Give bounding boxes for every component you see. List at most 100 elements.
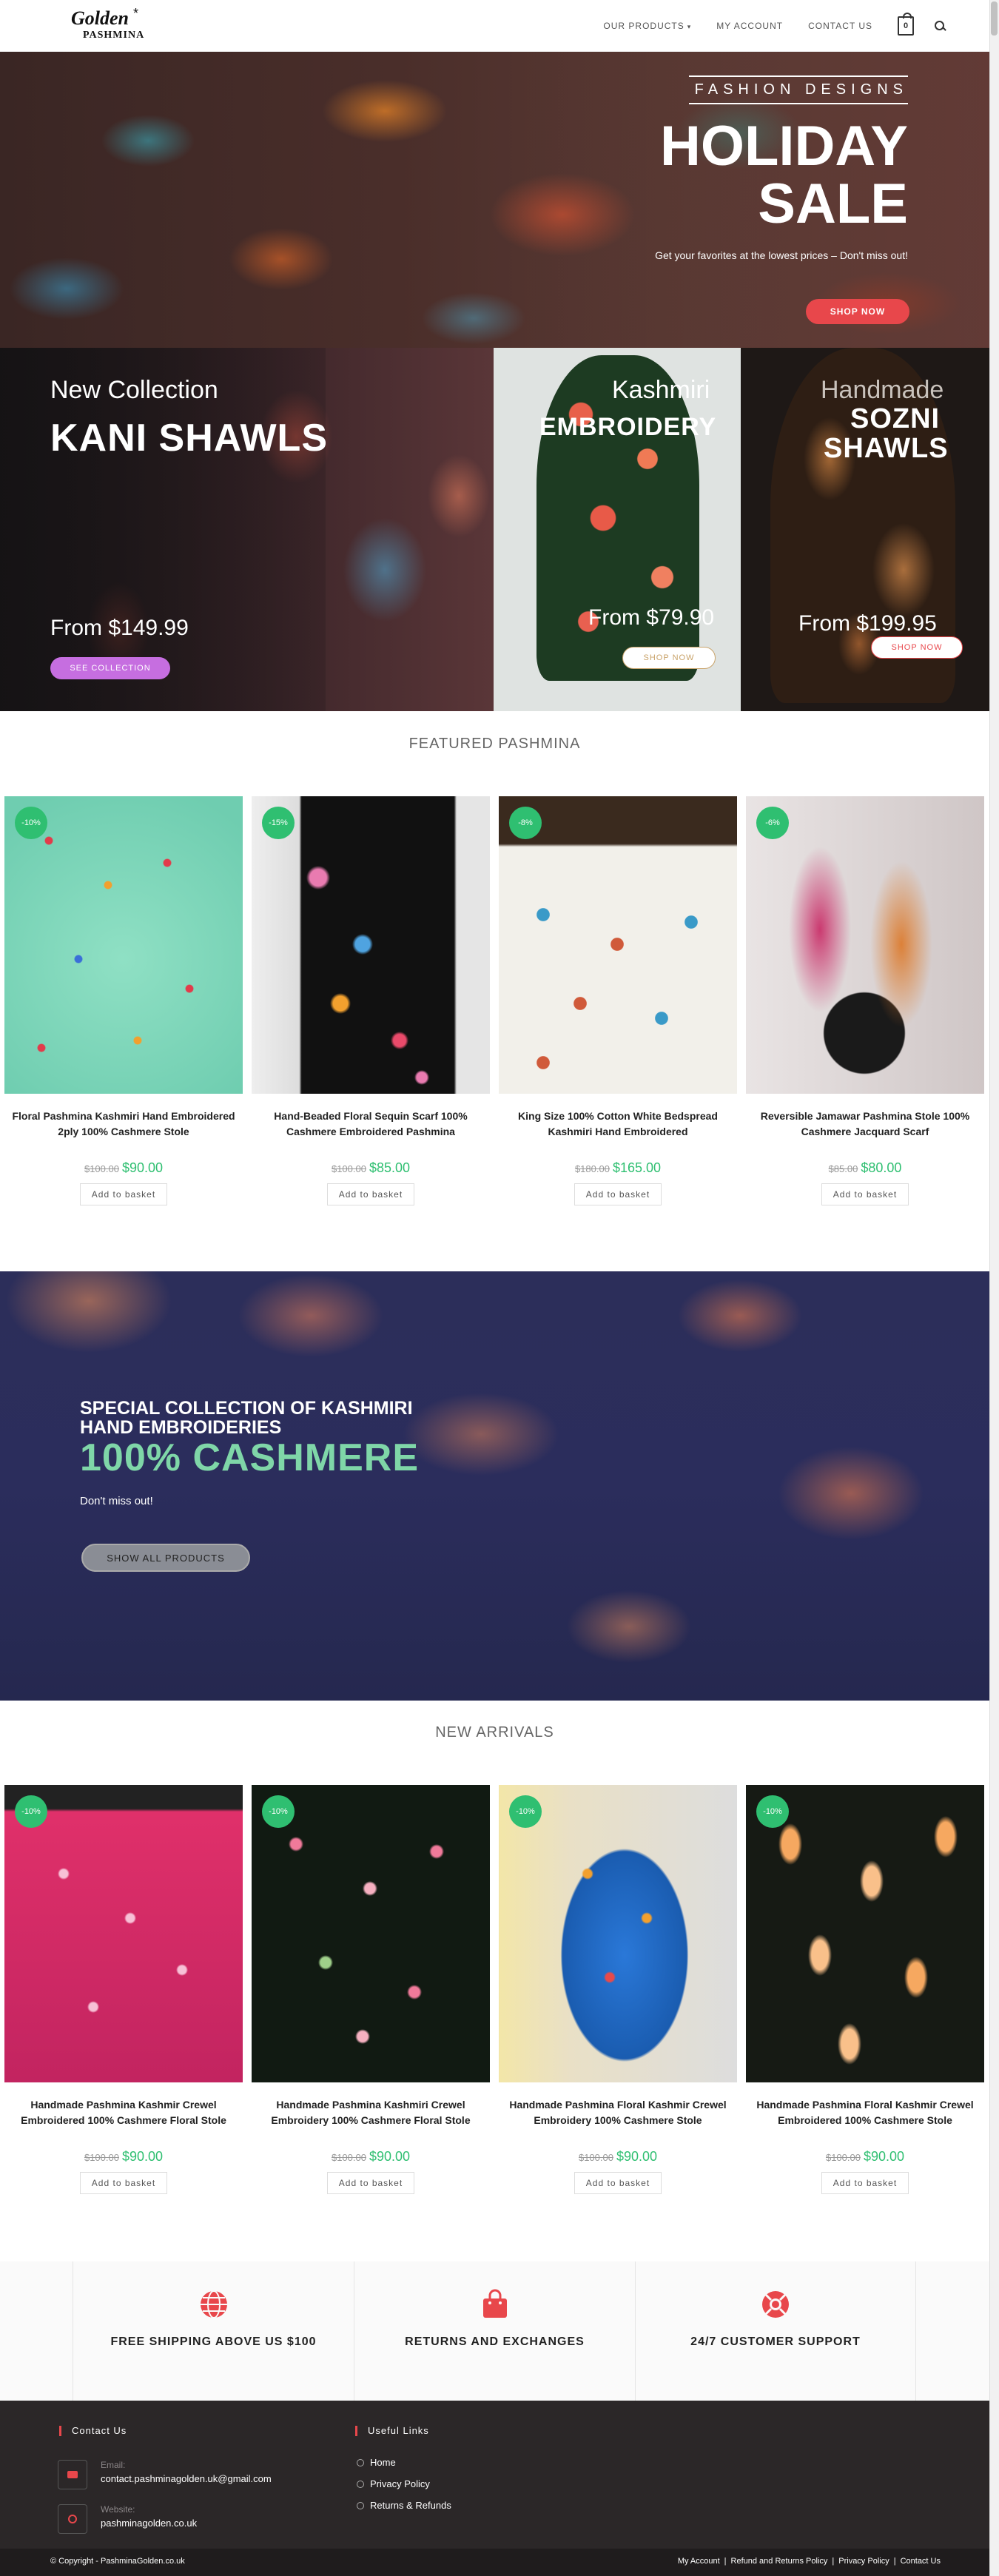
hero-subtitle: FASHION DESIGNS [688, 75, 908, 104]
promo-sozni-line2: SOZNI [850, 403, 941, 434]
nav-my-account[interactable]: MY ACCOUNT [716, 21, 783, 31]
product-card[interactable]: -10% Handmade Pashmina Kashmiri Crewel E… [252, 1785, 490, 2194]
product-card[interactable]: -6% Reversible Jamawar Pashmina Stole 10… [746, 796, 984, 1205]
discount-badge: -10% [509, 1795, 542, 1828]
product-name[interactable]: Handmade Pashmina Kashmiri Crewel Embroi… [252, 2097, 490, 2130]
product-image[interactable]: -6% [746, 796, 984, 1094]
sozni-shop-now-button[interactable]: SHOP NOW [871, 636, 963, 659]
add-to-basket-button[interactable]: Add to basket [574, 2172, 662, 2194]
scrollbar-thumb[interactable] [991, 1, 998, 36]
separator: | [893, 2557, 896, 2566]
logo-text-bottom: PASHMINA [83, 30, 145, 41]
promo-sozni-shawls[interactable]: Handmade SOZNI SHAWLS From $199.95 SHOP … [741, 348, 989, 711]
banner-highlight: 100% CASHMERE [80, 1436, 420, 1479]
see-collection-button[interactable]: SEE COLLECTION [50, 657, 170, 679]
website-link[interactable]: pashminagolden.co.uk [101, 2518, 197, 2529]
new-arrivals-grid: -10% Handmade Pashmina Kashmir Crewel Em… [0, 1785, 989, 2229]
cart-count: 0 [903, 21, 909, 30]
add-to-basket-button[interactable]: Add to basket [327, 1183, 414, 1205]
product-name[interactable]: King Size 100% Cotton White Bedspread Ka… [499, 1109, 737, 1141]
add-to-basket-button[interactable]: Add to basket [821, 1183, 909, 1205]
product-card[interactable]: -10% Handmade Pashmina Floral Kashmir Cr… [499, 1785, 737, 2194]
cart-button[interactable]: 0 [898, 13, 914, 36]
show-all-products-button[interactable]: SHOW ALL PRODUCTS [81, 1544, 250, 1572]
hero-text: FASHION DESIGNS HOLIDAY SALE Get your fa… [655, 75, 908, 261]
site-logo[interactable]: Golden * PASHMINA [71, 6, 152, 44]
site-footer: Contact Us Email: contact.pashminagolden… [0, 2401, 989, 2549]
link-icon [58, 2504, 87, 2534]
page-scrollbar[interactable] [989, 0, 999, 2576]
footer-links-title: Useful Links [355, 2426, 429, 2436]
hero-title-line1: HOLIDAY [659, 115, 908, 178]
featured-section-title: FEATURED PASHMINA [408, 736, 581, 752]
product-card[interactable]: -8% King Size 100% Cotton White Bedsprea… [499, 796, 737, 1205]
discount-badge: -6% [756, 807, 789, 839]
footer-link-privacy[interactable]: Privacy Policy [357, 2478, 430, 2489]
nav-our-products[interactable]: OUR PRODUCTS ▾ [603, 21, 691, 31]
promo-kani-line1: New Collection [50, 376, 218, 404]
product-card[interactable]: -10% Handmade Pashmina Floral Kashmir Cr… [746, 1785, 984, 2194]
product-price: $100.00 $90.00 [252, 2149, 490, 2165]
shopping-bag-icon [479, 2288, 511, 2321]
discount-badge: -10% [15, 807, 47, 839]
product-name[interactable]: Handmade Pashmina Floral Kashmir Crewel … [499, 2097, 737, 2130]
old-price: $100.00 [331, 2152, 366, 2163]
sale-price: $90.00 [863, 2149, 905, 2164]
sale-price: $85.00 [369, 1160, 411, 1175]
discount-badge: -10% [15, 1795, 47, 1828]
product-card[interactable]: -10% Handmade Pashmina Kashmir Crewel Em… [4, 1785, 243, 2194]
cashmere-banner: SPECIAL COLLECTION OF KASHMIRI HAND EMBR… [0, 1271, 989, 1701]
footer-link-home[interactable]: Home [357, 2457, 396, 2468]
product-price: $100.00 $90.00 [499, 2149, 737, 2165]
product-price: $85.00 $80.00 [746, 1160, 984, 1176]
sale-price: $165.00 [612, 1160, 662, 1175]
globe-icon [198, 2288, 230, 2321]
product-image[interactable]: -8% [499, 796, 737, 1094]
embroidery-shop-now-button[interactable]: SHOP NOW [622, 647, 716, 669]
footer-link-returns[interactable]: Returns & Refunds [357, 2500, 451, 2511]
hero-tagline: Get your favorites at the lowest prices … [655, 249, 908, 261]
product-name[interactable]: Handmade Pashmina Floral Kashmir Crewel … [746, 2097, 984, 2130]
product-name[interactable]: Hand-Beaded Floral Sequin Scarf 100% Cas… [252, 1109, 490, 1141]
product-image[interactable]: -15% [252, 796, 490, 1094]
product-name[interactable]: Reversible Jamawar Pashmina Stole 100% C… [746, 1109, 984, 1141]
bottom-link-my-account[interactable]: My Account [678, 2557, 720, 2566]
old-price: $85.00 [828, 1163, 858, 1174]
feature-label: 24/7 CUSTOMER SUPPORT [690, 2335, 861, 2348]
product-name[interactable]: Floral Pashmina Kashmiri Hand Embroidere… [4, 1109, 243, 1141]
bottom-link-privacy-policy[interactable]: Privacy Policy [838, 2557, 889, 2566]
page: Golden * PASHMINA OUR PRODUCTS ▾ MY ACCOU… [0, 0, 999, 2576]
main-nav: OUR PRODUCTS ▾ MY ACCOUNT CONTACT US 0 [578, 0, 945, 52]
logo-text-top: Golden [71, 7, 129, 29]
product-image[interactable]: -10% [4, 796, 243, 1094]
search-icon[interactable] [935, 21, 945, 31]
banner-text: Don't miss out! [80, 1495, 153, 1507]
feature-label: FREE SHIPPING ABOVE US $100 [110, 2335, 317, 2348]
hero-shop-now-button[interactable]: SHOP NOW [806, 299, 909, 324]
product-image[interactable]: -10% [499, 1785, 737, 2082]
product-card[interactable]: -15% Hand-Beaded Floral Sequin Scarf 100… [252, 796, 490, 1205]
product-name[interactable]: Handmade Pashmina Kashmir Crewel Embroid… [4, 2097, 243, 2130]
bottom-link-contact-us[interactable]: Contact Us [901, 2557, 941, 2566]
discount-badge: -10% [756, 1795, 789, 1828]
product-card[interactable]: -10% Floral Pashmina Kashmiri Hand Embro… [4, 796, 243, 1205]
add-to-basket-button[interactable]: Add to basket [80, 1183, 167, 1205]
product-image[interactable]: -10% [4, 1785, 243, 2082]
product-image[interactable]: -10% [746, 1785, 984, 2082]
add-to-basket-button[interactable]: Add to basket [327, 2172, 414, 2194]
add-to-basket-button[interactable]: Add to basket [821, 2172, 909, 2194]
sale-price: $90.00 [369, 2149, 411, 2164]
nav-contact-us[interactable]: CONTACT US [808, 21, 872, 31]
feature-free-shipping: FREE SHIPPING ABOVE US $100 [73, 2261, 354, 2401]
add-to-basket-button[interactable]: Add to basket [574, 1183, 662, 1205]
email-link[interactable]: contact.pashminagolden.uk@gmail.com [101, 2473, 272, 2484]
old-price: $100.00 [84, 1163, 119, 1174]
old-price: $180.00 [574, 1163, 610, 1174]
feature-returns: RETURNS AND EXCHANGES [354, 2261, 635, 2401]
promo-kashmiri-embroidery[interactable]: Kashmiri EMBROIDERY From $79.90 SHOP NOW [494, 348, 741, 711]
promo-kani-shawls[interactable]: New Collection KANI SHAWLS From $149.99 … [0, 348, 494, 711]
product-image[interactable]: -10% [252, 1785, 490, 2082]
bottom-link-refund-policy[interactable]: Refund and Returns Policy [731, 2557, 828, 2566]
discount-badge: -8% [509, 807, 542, 839]
add-to-basket-button[interactable]: Add to basket [80, 2172, 167, 2194]
